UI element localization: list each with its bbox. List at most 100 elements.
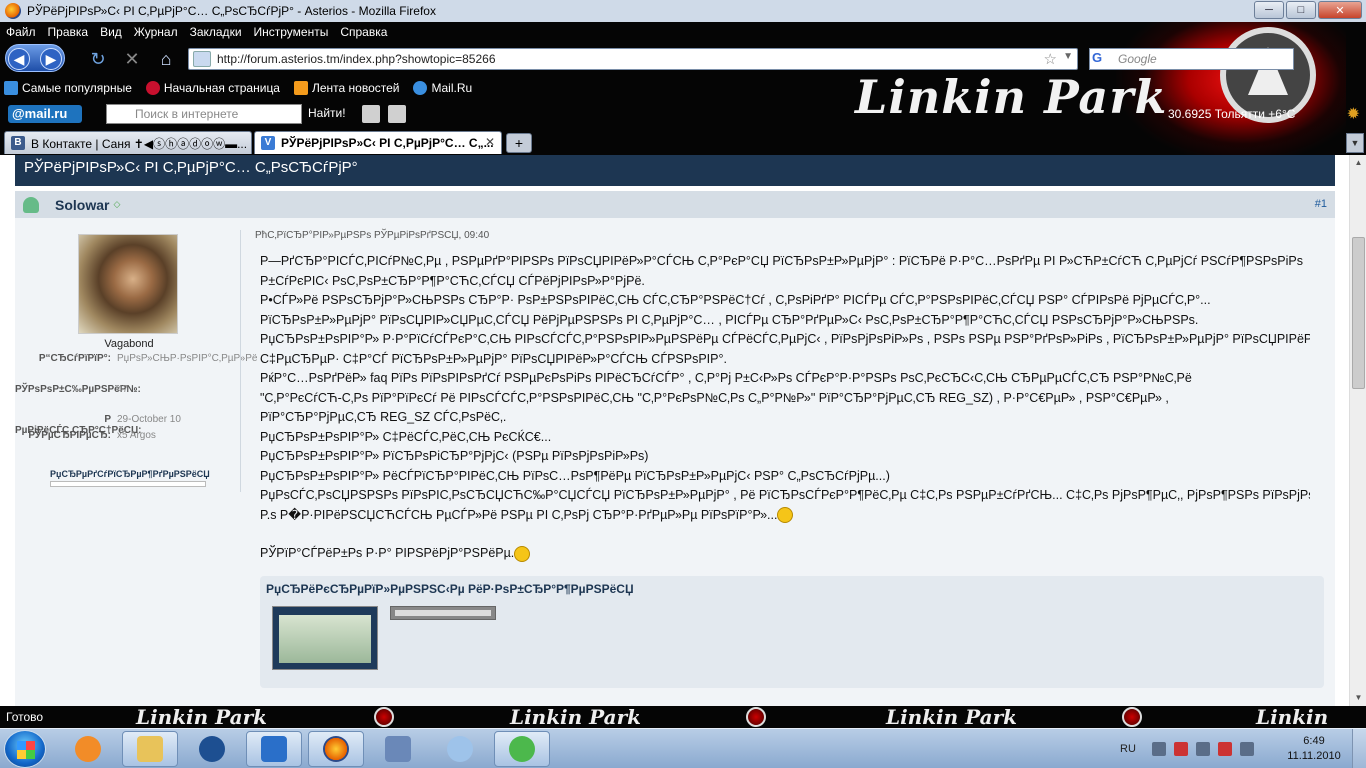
- attachment-thumbnail[interactable]: [390, 606, 496, 620]
- home-icon[interactable]: ⌂: [156, 49, 176, 69]
- site-identity-icon[interactable]: [193, 51, 211, 67]
- menu-history[interactable]: Журнал: [128, 25, 184, 39]
- persona-logo-text: Linkin Park: [136, 706, 268, 728]
- search-placeholder[interactable]: Google: [1118, 52, 1157, 66]
- attachment-thumbnail[interactable]: [272, 606, 378, 670]
- weather-readout[interactable]: 30.6925 Тольятти +6°C: [1168, 107, 1295, 121]
- status-bar: Готово Linkin Park Linkin Park Linkin Pa…: [0, 706, 1366, 728]
- bookmark-icon: [4, 81, 18, 95]
- taskbar-icq[interactable]: [494, 731, 550, 767]
- menu-bar: Файл Правка Вид Журнал Закладки Инструме…: [0, 22, 393, 42]
- clock-date: 11.11.2010: [1287, 750, 1341, 762]
- post-author[interactable]: Solowar: [55, 197, 109, 213]
- attachments-box: РџСЂРёРєСЂРµРїР»РµРЅРЅС‹Рµ РёР·РѕР±СЂР°Р…: [260, 576, 1324, 688]
- mailru-logo[interactable]: @mail.ru: [8, 105, 82, 123]
- post-body: Vagabond Р“СЂСѓРїРїР°: РџРѕР»СЊР·РѕРІР°С…: [15, 218, 1335, 706]
- menu-help[interactable]: Справка: [334, 25, 393, 39]
- post-line-with-smile: P.s Р�Р·РІРёРЅСЏСЋСЃСЊ РµСЃР»Рё РЅРµ РІ …: [260, 506, 1310, 526]
- bookmark-star-icon[interactable]: ☆: [1044, 50, 1057, 68]
- user-info-key: Р“СЂСѓРїРїР°:: [38, 353, 111, 364]
- persona-logo-text: Linkin Park: [1256, 706, 1329, 728]
- pencil-icon[interactable]: [362, 105, 380, 123]
- taskbar-hp[interactable]: [184, 731, 240, 767]
- taskbar-keyboard[interactable]: [370, 731, 426, 767]
- post-number-link[interactable]: #1: [1315, 198, 1327, 210]
- page-icon[interactable]: [388, 105, 406, 123]
- status-text: Готово: [6, 710, 44, 724]
- window-titlebar[interactable]: РЎРёРјРІРѕР»С‹ РІ С‚РµРјР°С… С„РѕСЂСѓРјР…: [0, 0, 1366, 22]
- scroll-up-icon[interactable]: ▲: [1350, 155, 1366, 171]
- search-bar[interactable]: G Google: [1089, 48, 1294, 70]
- tray-power-icon[interactable]: [1195, 742, 1210, 756]
- menu-edit[interactable]: Правка: [42, 25, 95, 39]
- checkmark-icon: [261, 736, 287, 762]
- menu-file[interactable]: Файл: [0, 25, 42, 39]
- tray-volume-icon[interactable]: [1239, 742, 1254, 756]
- tab-vkontakte[interactable]: В В Контакте | Саня ✝◀ⓢⓗⓐⓓⓞⓦ▬...: [4, 131, 252, 154]
- scroll-down-icon[interactable]: ▼: [1350, 690, 1366, 706]
- post-line: "С‚Р°РєСѓСЋ-С‚Рѕ РїР°РїРєСѓ Рё РІРѕСЃСЃС…: [260, 390, 1169, 405]
- reputation-label[interactable]: РџСЂРµРґСѓРїСЂРµР¶РґРµРЅРёСЏ: [50, 469, 210, 479]
- mailru-search-input[interactable]: Поиск в интернете: [106, 104, 302, 124]
- google-icon[interactable]: G: [1092, 50, 1118, 68]
- firefox-icon: [5, 3, 21, 19]
- taskbar-search[interactable]: [432, 731, 488, 767]
- mailru-toolbar: @mail.ru Поиск в интернете Найти! 30.692…: [0, 103, 1366, 125]
- clock-time: 6:49: [1303, 735, 1325, 747]
- user-info-value: РџРѕР»СЊР·РѕРІР°С‚РµР»Рё: [117, 353, 258, 364]
- page-scrollbar[interactable]: ▲ ▼: [1349, 155, 1366, 706]
- taskbar-tasks[interactable]: [246, 731, 302, 767]
- forum-favicon-icon: V: [261, 136, 275, 150]
- firefox-start-icon: [145, 81, 160, 95]
- menu-tools[interactable]: Инструменты: [248, 25, 335, 39]
- mailru-icon: [413, 81, 428, 95]
- tray-network-icon[interactable]: [1217, 742, 1232, 756]
- scroll-thumb[interactable]: [1352, 237, 1365, 389]
- bookmark-mailru[interactable]: Mail.Ru: [409, 81, 472, 95]
- taskbar-explorer[interactable]: [122, 731, 178, 767]
- tab-forum[interactable]: V РЎРёРјРІРѕР»С‹ РІ С‚РµРјР°С… С„... ✕: [254, 131, 502, 154]
- maximize-button[interactable]: □: [1286, 1, 1316, 19]
- post-line: РџРѕСЃС‚РѕСЏРЅРЅРѕ РїРѕРІС‚РѕСЂСЏСЋС‰Р°С…: [260, 488, 1310, 502]
- user-info-key: РЎРѕРѕР±С‰РµРЅРёР№:: [15, 384, 141, 395]
- reload-icon[interactable]: ↻: [88, 49, 108, 69]
- close-button[interactable]: ✕: [1318, 1, 1362, 19]
- minimize-button[interactable]: ─: [1254, 1, 1284, 19]
- avatar[interactable]: [78, 234, 178, 334]
- menu-bookmarks[interactable]: Закладки: [184, 25, 248, 39]
- taskbar-firefox[interactable]: [308, 731, 364, 767]
- taskbar-media-player[interactable]: [60, 731, 116, 767]
- gear-icon[interactable]: ✹: [1347, 104, 1360, 124]
- url-bar[interactable]: http://forum.asterios.tm/index.php?showt…: [188, 48, 1078, 70]
- tray-arrow-icon[interactable]: [1151, 742, 1166, 756]
- url-dropdown-icon[interactable]: ▼: [1063, 51, 1073, 62]
- hp-icon: [199, 736, 225, 762]
- online-status-icon: ◇: [113, 199, 121, 209]
- post-text: Р—РґСЂР°РІСЃС‚РІСѓР№С‚Рµ , РЅРµРґР°РІРЅР…: [260, 252, 1310, 564]
- clock[interactable]: 6:49 11.11.2010: [1282, 734, 1346, 764]
- start-button[interactable]: [4, 730, 46, 768]
- show-desktop-button[interactable]: [1352, 729, 1366, 768]
- avatar-caption: Vagabond: [104, 338, 154, 350]
- url-text[interactable]: http://forum.asterios.tm/index.php?showt…: [217, 52, 496, 66]
- user-info-value: x5 Argos: [117, 430, 156, 441]
- back-button[interactable]: ◀: [8, 48, 30, 70]
- smiley-icon: [514, 545, 531, 562]
- post-line: С‡РµСЂРµР· С‡Р°СЃ РїСЂРѕР±Р»РµРјР° РїРѕС…: [260, 351, 727, 366]
- stop-icon[interactable]: ✕: [122, 49, 142, 69]
- user-info-key: РЎРµСЂРІРµСЂ:: [28, 430, 111, 441]
- post-line: Р•СЃР»Рё РЅРѕСЂРјР°Р»СЊРЅРѕ СЂР°Р· РѕР±Р…: [260, 293, 1211, 307]
- new-tab-button[interactable]: +: [506, 133, 532, 153]
- reputation-bar: [50, 481, 206, 487]
- tray-flag-icon[interactable]: [1173, 742, 1188, 756]
- bookmark-news-feed[interactable]: Лента новостей: [290, 81, 399, 95]
- menu-view[interactable]: Вид: [94, 25, 128, 39]
- tab-list-button[interactable]: ▼: [1346, 133, 1364, 153]
- bookmark-start-page[interactable]: Начальная страница: [142, 81, 280, 95]
- find-button[interactable]: Найти!: [308, 106, 346, 120]
- close-tab-icon[interactable]: ✕: [485, 135, 495, 149]
- bookmark-most-visited[interactable]: Самые популярные: [0, 81, 132, 95]
- forward-button[interactable]: ▶: [40, 48, 62, 70]
- post-line: РџСЂРѕР±РѕРІР°Р» Р·Р°РїСѓСЃРєР°С‚СЊ РІРѕ…: [260, 332, 1310, 346]
- language-indicator[interactable]: RU: [1120, 743, 1136, 755]
